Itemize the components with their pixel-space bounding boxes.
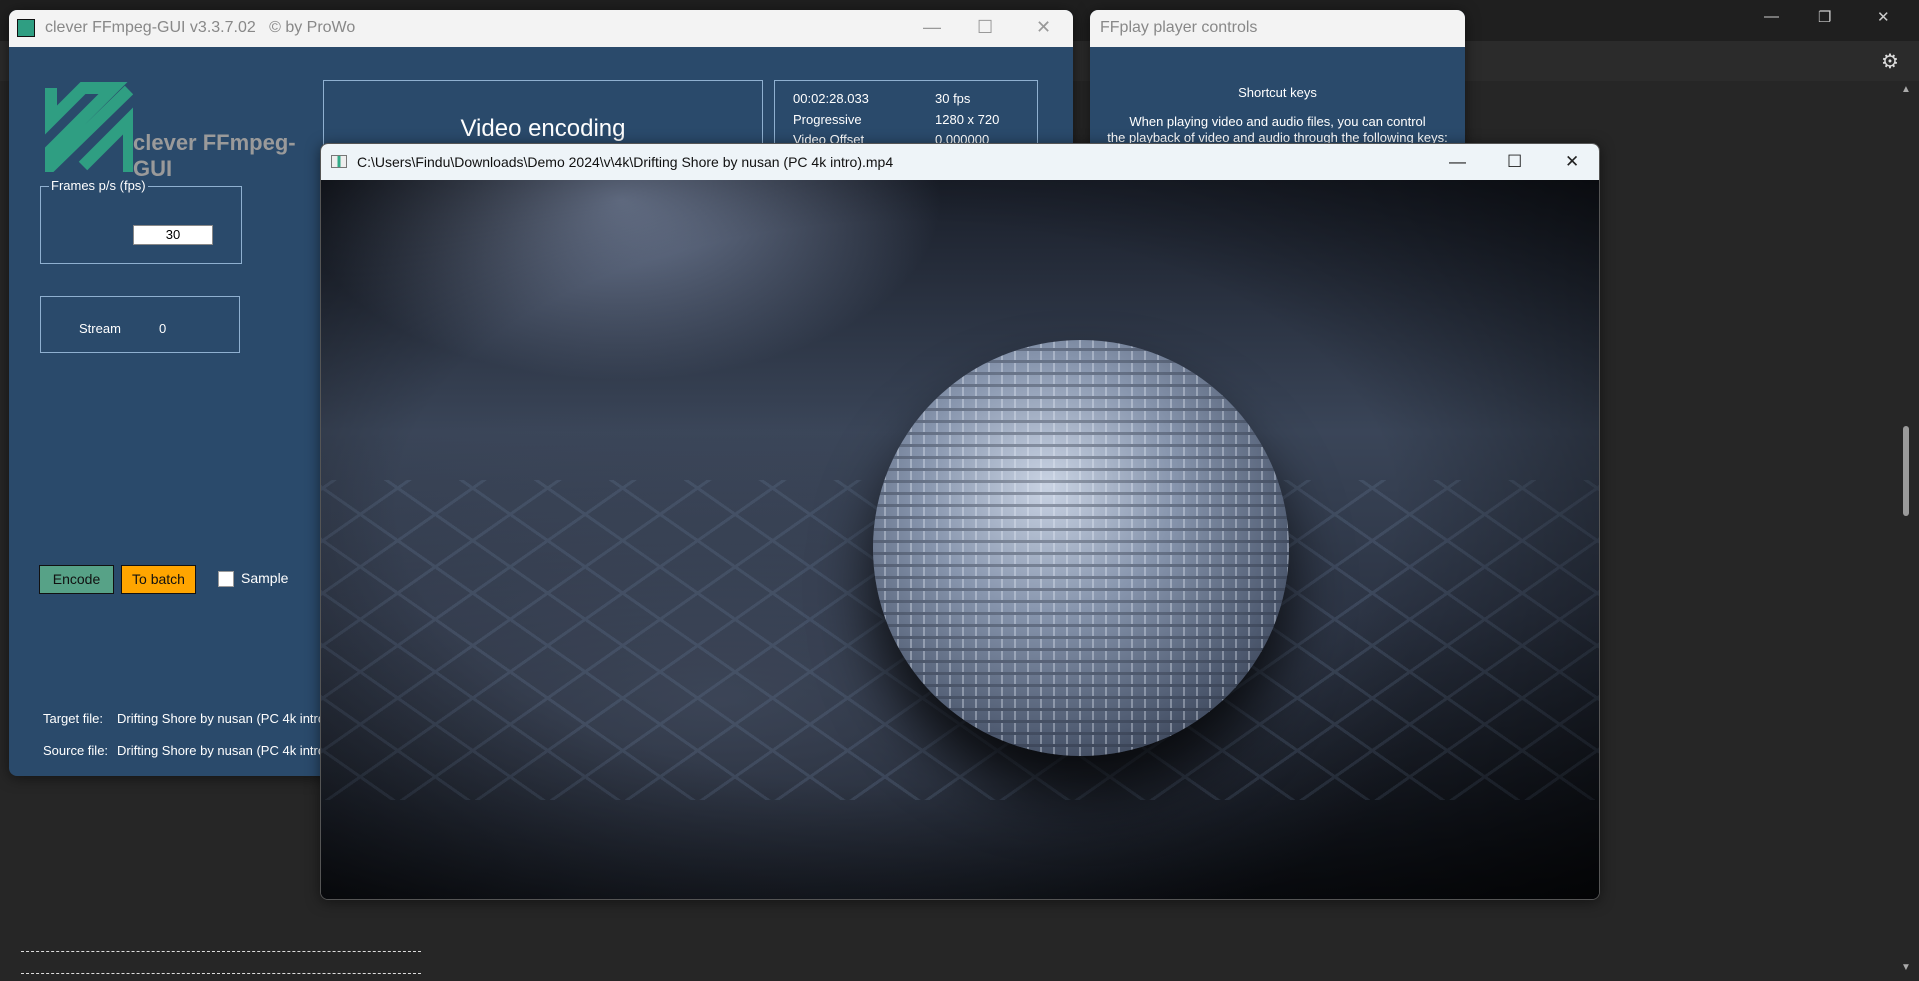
fps-legend: Frames p/s (fps) bbox=[49, 178, 148, 193]
video-vignette bbox=[321, 180, 1599, 899]
target-file-label: Target file: bbox=[43, 711, 103, 726]
maximize-icon[interactable]: ☐ bbox=[1507, 152, 1522, 172]
logo: clever FFmpeg-GUI bbox=[43, 80, 313, 181]
main-titlebar: clever FFmpeg-GUI v3.3.7.02 © by ProWo —… bbox=[9, 10, 1073, 47]
scroll-down-arrow-icon[interactable]: ▼ bbox=[1901, 962, 1911, 973]
gear-icon[interactable]: ⚙ bbox=[1881, 49, 1899, 74]
scrollbar-thumb[interactable] bbox=[1903, 426, 1909, 516]
stream-value: 0 bbox=[159, 321, 167, 336]
dashed-separator bbox=[21, 951, 421, 952]
close-icon[interactable]: ✕ bbox=[1877, 8, 1890, 26]
scroll-up-arrow-icon[interactable]: ▲ bbox=[1901, 84, 1911, 95]
ffplay-video-window: C:\Users\Findu\Downloads\Demo 2024\v\4k\… bbox=[320, 143, 1600, 900]
encode-button[interactable]: Encode bbox=[39, 565, 114, 594]
info-label: Progressive bbox=[793, 112, 862, 127]
sample-checkbox[interactable] bbox=[218, 571, 234, 587]
shortcut-heading: Shortcut keys bbox=[1238, 85, 1317, 100]
to-batch-button[interactable]: To batch bbox=[121, 565, 196, 594]
target-file-value: Drifting Shore by nusan (PC 4k intro bbox=[117, 711, 326, 726]
video-frame[interactable] bbox=[321, 180, 1599, 899]
minimize-icon[interactable]: — bbox=[1449, 152, 1466, 172]
dashed-separator bbox=[21, 973, 421, 974]
window-title: FFplay player controls bbox=[1100, 19, 1258, 36]
ffplay-titlebar: FFplay player controls bbox=[1090, 10, 1465, 47]
logo-mark-icon bbox=[45, 82, 313, 181]
close-icon[interactable]: ✕ bbox=[1036, 17, 1051, 38]
scrollbar[interactable] bbox=[1898, 84, 1912, 974]
info-value: 30 fps bbox=[935, 91, 971, 106]
close-icon[interactable]: ✕ bbox=[1565, 152, 1579, 172]
video-file-path: C:\Users\Findu\Downloads\Demo 2024\v\4k\… bbox=[357, 154, 894, 170]
maximize-icon[interactable]: ☐ bbox=[977, 17, 993, 38]
source-file-label: Source file: bbox=[43, 743, 109, 758]
minimize-icon[interactable]: — bbox=[923, 17, 941, 38]
info-row: 00:02:28.033 30 fps bbox=[793, 91, 1033, 106]
minimize-icon[interactable]: — bbox=[1764, 8, 1779, 25]
source-file-value: Drifting Shore by nusan (PC 4k intro bbox=[117, 743, 326, 758]
logo-text: clever FFmpeg-GUI bbox=[133, 130, 296, 181]
video-titlebar: C:\Users\Findu\Downloads\Demo 2024\v\4k\… bbox=[321, 144, 1599, 180]
fps-input[interactable]: 30 bbox=[133, 225, 213, 245]
window-title: clever FFmpeg-GUI v3.3.7.02 © by ProWo bbox=[45, 19, 356, 36]
restore-icon[interactable]: ❐ bbox=[1818, 8, 1831, 26]
ffplay-icon bbox=[331, 155, 347, 168]
app-icon bbox=[17, 19, 35, 37]
shortcut-description: When playing video and audio files, you … bbox=[1129, 114, 1426, 129]
sample-label: Sample bbox=[241, 570, 289, 586]
info-value: 1280 x 720 bbox=[935, 112, 1000, 127]
info-row: Progressive 1280 x 720 bbox=[793, 112, 1033, 127]
stream-group: Stream 0 bbox=[40, 296, 240, 353]
fps-group: Frames p/s (fps) 30 bbox=[40, 178, 242, 264]
mode-title: Video encoding bbox=[460, 115, 626, 142]
stream-label: Stream bbox=[79, 321, 121, 336]
info-label: 00:02:28.033 bbox=[793, 91, 869, 106]
